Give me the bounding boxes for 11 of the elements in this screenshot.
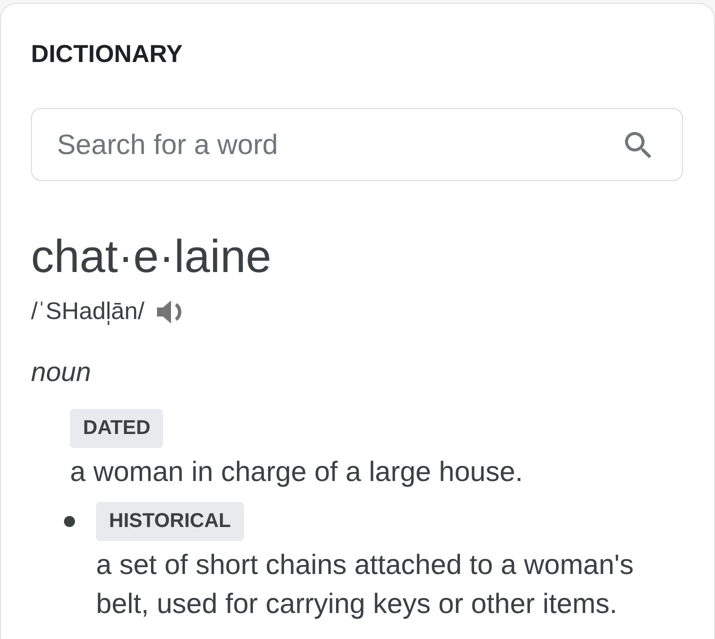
search-field[interactable]: Search for a word (31, 108, 683, 181)
panel-title: DICTIONARY (31, 40, 184, 70)
definition-text: a woman in charge of a large house. (70, 455, 524, 489)
bullet-icon (64, 516, 75, 527)
usage-tag: DATED (70, 409, 164, 448)
part-of-speech: noun (31, 356, 92, 388)
usage-tag: HISTORICAL (96, 502, 244, 541)
definition-text: a set of short chains attached to a woman's belt, used for carrying keys or other items. (96, 548, 635, 621)
headword: chat·e·laine (31, 229, 272, 284)
search-icon[interactable] (625, 132, 652, 159)
pronunciation: /ˈSHadl̩ān/ (31, 297, 144, 327)
